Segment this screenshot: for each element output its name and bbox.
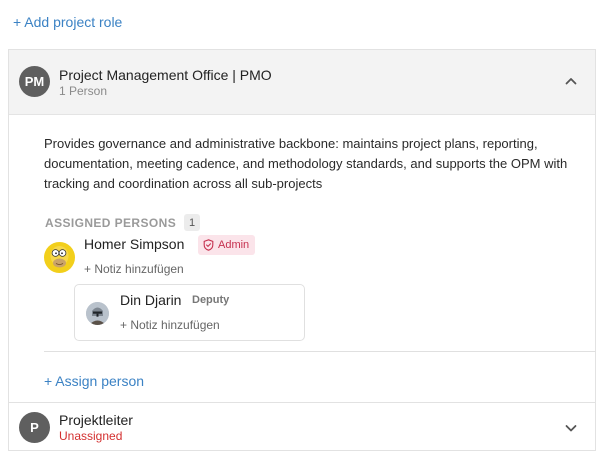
role-description: Provides governance and administrative b… — [44, 136, 568, 191]
role-title: Project Management Office | PMO — [59, 67, 272, 83]
role-person-count: 1 Person — [59, 84, 108, 98]
add-project-role-link[interactable]: + Add project role — [13, 14, 122, 30]
person-name: Din Djarin — [120, 292, 182, 308]
assigned-persons-label: ASSIGNED PERSONS — [45, 216, 177, 230]
role-title: Projektleiter — [59, 412, 133, 428]
avatar — [44, 242, 75, 273]
deputy-tag: Deputy — [192, 294, 230, 306]
assign-person-link[interactable]: + Assign person — [44, 373, 144, 389]
homer-avatar-image — [50, 246, 69, 268]
role-avatar: P — [19, 412, 50, 443]
add-note-link[interactable]: + Notiz hinzufügen — [84, 262, 184, 276]
add-note-link[interactable]: + Notiz hinzufügen — [120, 318, 220, 332]
shield-icon — [203, 239, 214, 251]
role-panel-pmo: PM Project Management Office | PMO 1 Per… — [8, 49, 596, 403]
din-avatar-image — [86, 302, 109, 325]
admin-badge: Admin — [198, 235, 256, 255]
role-unassigned-status: Unassigned — [59, 429, 123, 443]
chevron-up-icon[interactable] — [564, 74, 578, 88]
divider — [44, 351, 596, 352]
assigned-count-badge: 1 — [184, 214, 200, 231]
avatar — [86, 302, 109, 325]
person-name: Homer Simpson — [84, 236, 185, 252]
chevron-down-icon[interactable] — [564, 421, 578, 435]
role-panel-header[interactable]: PM Project Management Office | PMO 1 Per… — [9, 50, 595, 115]
admin-badge-label: Admin — [218, 239, 250, 251]
role-panel-projektleiter[interactable]: P Projektleiter Unassigned — [8, 402, 596, 451]
role-avatar: PM — [19, 66, 50, 97]
deputy-card: Din Djarin Deputy + Notiz hinzufügen — [74, 284, 305, 341]
